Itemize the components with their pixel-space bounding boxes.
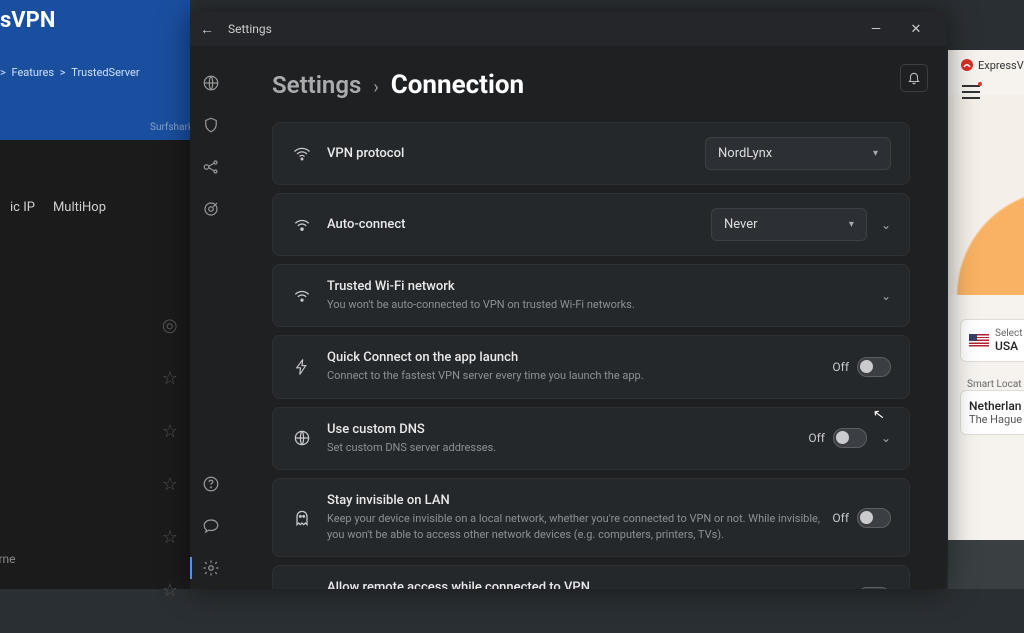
row-remote-access: Allow remote access while connected to V…: [272, 565, 910, 589]
row-title: Trusted Wi-Fi network: [327, 279, 867, 294]
protocol-select[interactable]: NordLynx ▾: [705, 137, 891, 170]
bg-surfshark-label: Surfshark: [150, 122, 193, 133]
row-desc: Set custom DNS server addresses.: [327, 440, 808, 455]
bg-right-arc: [948, 95, 1024, 295]
close-button[interactable]: ✕: [896, 22, 936, 37]
breadcrumb: Settings › Connection: [272, 70, 910, 100]
minimize-button[interactable]: —: [856, 22, 896, 37]
sidebar-help-icon[interactable]: [190, 463, 232, 505]
custom-dns-toggle[interactable]: Off: [808, 428, 867, 448]
background-dark-sidebar: ic IPMultiHop ◎ ☆ ☆ ☆ ☆ ☆: [0, 140, 190, 589]
sidebar-settings-icon[interactable]: [190, 547, 232, 589]
star-icon: ☆: [162, 421, 178, 442]
bg-star-column: ◎ ☆ ☆ ☆ ☆ ☆: [162, 315, 178, 633]
lightning-icon: [291, 358, 313, 376]
wifi-check-icon: [291, 286, 313, 306]
star-icon: ☆: [162, 474, 178, 495]
star-icon: ☆: [162, 368, 178, 389]
row-title: Stay invisible on LAN: [327, 493, 832, 508]
back-button[interactable]: ←: [200, 21, 214, 38]
autoconnect-select[interactable]: Never ▾: [711, 208, 867, 241]
notifications-button[interactable]: [900, 64, 928, 92]
row-quick-connect: Quick Connect on the app launch Connect …: [272, 335, 910, 398]
sidebar-feedback-icon[interactable]: [190, 505, 232, 547]
row-auto-connect: Auto-connect Never ▾ ⌄: [272, 193, 910, 256]
row-title: Allow remote access while connected to V…: [327, 580, 832, 589]
bg-dark-tabs: ic IPMultiHop: [10, 200, 124, 215]
wifi-icon: [291, 215, 313, 235]
hamburger-icon[interactable]: [962, 85, 980, 99]
ghost-icon: [291, 508, 313, 528]
breadcrumb-level1[interactable]: Settings: [272, 71, 361, 99]
bg-right-dark: [948, 540, 1024, 589]
breadcrumb-level2: Connection: [391, 70, 524, 100]
row-custom-dns: Use custom DNS Set custom DNS server add…: [272, 407, 910, 470]
row-trusted-wifi: Trusted Wi-Fi network You won't be auto-…: [272, 264, 910, 327]
settings-content: Settings › Connection VPN protocol NordL…: [232, 46, 946, 589]
right-location-card[interactable]: Select USA: [960, 319, 1024, 362]
row-title: VPN protocol: [327, 146, 705, 161]
star-icon: ☆: [162, 580, 178, 601]
bg-breadcrumb: > Features > TrustedServer: [0, 66, 143, 79]
row-desc: You won't be auto-connected to VPN on tr…: [327, 297, 867, 312]
expand-chevron[interactable]: ⌄: [881, 289, 891, 303]
right-location-card-2[interactable]: Netherlan The Hague: [960, 390, 1024, 435]
star-icon: ☆: [162, 527, 178, 548]
target-icon: ◎: [162, 315, 178, 336]
wifi-signal-icon: [291, 144, 313, 164]
row-desc: Keep your device invisible on a local ne…: [327, 511, 832, 542]
chevron-down-icon: ▾: [849, 219, 854, 230]
expand-chevron[interactable]: ⌄: [881, 431, 891, 445]
sidebar-general-icon[interactable]: [190, 62, 232, 104]
chevron-right-icon: ›: [373, 77, 378, 98]
us-flag-icon: [969, 334, 989, 348]
expand-chevron[interactable]: ⌄: [881, 218, 891, 232]
bg-right-text2: Expr: [980, 507, 1024, 518]
row-title: Quick Connect on the app launch: [327, 350, 832, 365]
quick-connect-toggle[interactable]: Off: [832, 357, 891, 377]
sidebar-rail: [190, 46, 232, 589]
bg-logo-text: sVPN: [0, 8, 55, 33]
row-vpn-protocol: VPN protocol NordLynx ▾: [272, 122, 910, 185]
dns-icon: [291, 428, 313, 448]
row-title: Use custom DNS: [327, 422, 808, 437]
lan-toggle[interactable]: Off: [832, 508, 891, 528]
window-title: Settings: [228, 22, 272, 36]
bg-text-truncated: ourne: [0, 552, 16, 566]
chevron-down-icon: ▾: [873, 148, 878, 159]
bg-right-text1: Did yo: [980, 496, 1024, 507]
sidebar-shield-icon[interactable]: [190, 104, 232, 146]
settings-window: ← Settings — ✕: [190, 12, 946, 589]
row-desc: Connect to the fastest VPN server every …: [327, 368, 832, 383]
sidebar-connection-icon[interactable]: [190, 146, 232, 188]
sidebar-target-icon[interactable]: [190, 188, 232, 230]
expressvpn-brand: ExpressVPN: [960, 58, 1024, 72]
titlebar: ← Settings — ✕: [190, 12, 946, 46]
row-invisible-lan: Stay invisible on LAN Keep your device i…: [272, 478, 910, 557]
row-title: Auto-connect: [327, 217, 711, 232]
smart-location-label: Smart Locat: [967, 379, 1022, 390]
